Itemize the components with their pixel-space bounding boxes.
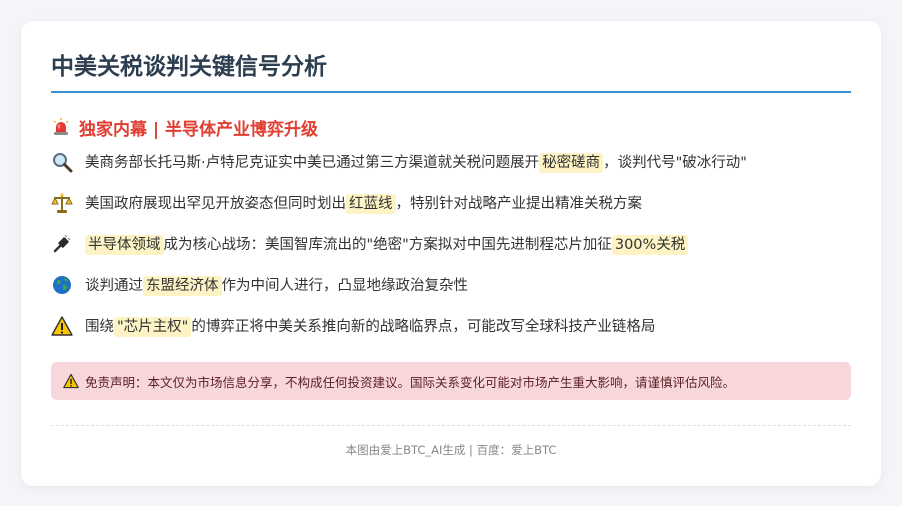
item-text: 谈判通过 东盟经济体 作为中间人进行，凸显地缘政治复杂性 — [85, 276, 468, 296]
disclaimer-box: 免责声明：本文仅为市场信息分享，不构成任何投资建议。国际关系变化可能对市场产生重… — [51, 362, 851, 400]
page-title: 中美关税谈判关键信号分析 — [51, 54, 327, 80]
list-item: 美商务部长托马斯·卢特尼克证实中美已通过第三方渠道就关税问题展开 秘密磋商 ，谈判代… — [51, 141, 851, 182]
item-text: 美国政府展现出罕见开放姿态但同时划出 红蓝线 ，特别针对战略产业提出精准关税方案 — [85, 194, 642, 214]
magnifier-icon — [51, 151, 73, 173]
warning-icon — [63, 373, 79, 389]
balance-scale-icon — [51, 192, 73, 214]
item-text: 美商务部长托马斯·卢特尼克证实中美已通过第三方渠道就关税问题展开 秘密磋商 ，谈判代… — [85, 153, 747, 173]
disclaimer-text: 免责声明：本文仅为市场信息分享，不构成任何投资建议。国际关系变化可能对市场产生重… — [85, 374, 736, 390]
list-item: 谈判通过 东盟经济体 作为中间人进行，凸显地缘政治复杂性 — [51, 264, 851, 305]
highlight: 秘密磋商 — [539, 153, 604, 173]
globe-icon — [51, 274, 73, 296]
footer-credit: 本图由爱上BTC_AI生成 | 百度：爱上BTC — [345, 443, 557, 457]
section-heading: 独家内幕 | 半导体产业博弈升级 — [51, 113, 851, 141]
footer-divider — [51, 425, 851, 426]
title-underline — [51, 91, 851, 93]
siren-icon — [51, 117, 71, 137]
warning-icon — [51, 315, 73, 337]
list-item: 半导体领域 成为核心战场：美国智库流出的"绝密"方案拟对中国先进制程芯片加征 300… — [51, 223, 851, 264]
highlight: 半导体领域 — [85, 235, 164, 255]
list-item: 围绕 "芯片主权" 的博弈正将中美关系推向新的战略临界点，可能改写全球科技产业链格局 — [51, 305, 851, 346]
section-heading-text: 独家内幕 | 半导体产业博弈升级 — [79, 119, 319, 140]
content-card: 中美关税谈判关键信号分析 独家内幕 | 半导体产业博弈升级 美商务部长托马斯·卢… — [21, 21, 881, 486]
highlight: 东盟经济体 — [143, 276, 222, 296]
highlight: 300%关税 — [611, 235, 689, 255]
highlight: 红蓝线 — [346, 194, 396, 214]
item-text: 围绕 "芯片主权" 的博弈正将中美关系推向新的战略临界点，可能改写全球科技产业链格局 — [85, 317, 656, 337]
item-text: 半导体领域 成为核心战场：美国智库流出的"绝密"方案拟对中国先进制程芯片加征 300… — [85, 233, 689, 255]
list-item: 美国政府展现出罕见开放姿态但同时划出 红蓝线 ，特别针对战略产业提出精准关税方案 — [51, 182, 851, 223]
highlight: "芯片主权" — [114, 317, 192, 337]
chip-icon — [51, 233, 73, 255]
